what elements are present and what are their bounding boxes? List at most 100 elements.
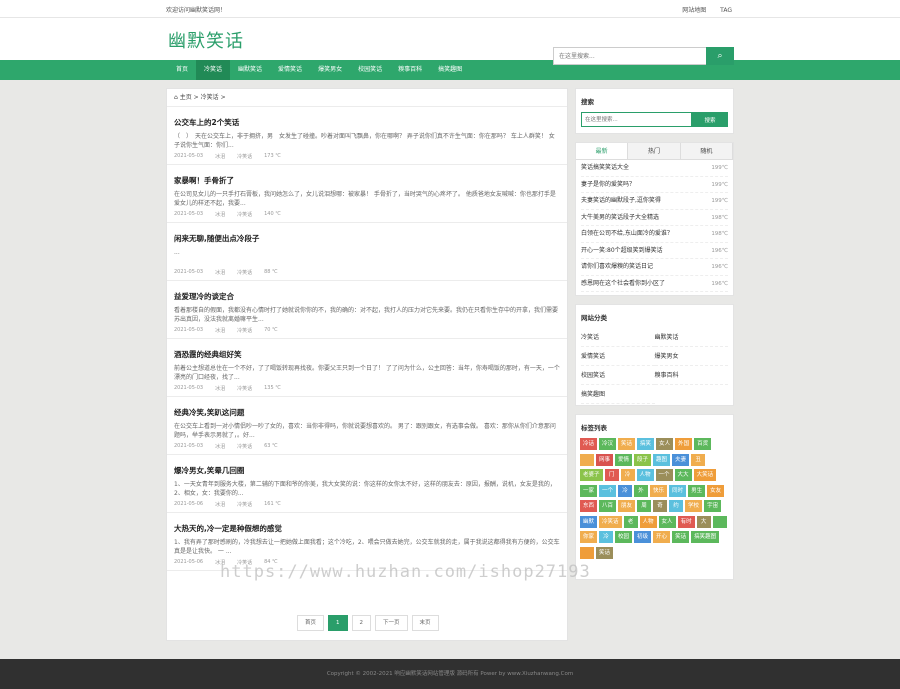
post-category[interactable]: 冷笑话 — [237, 385, 252, 392]
tag-link[interactable]: 百货 — [694, 438, 712, 450]
tag-link[interactable]: 大大 — [674, 469, 692, 481]
category-link[interactable]: 爆笑男女 — [654, 347, 728, 366]
tag-link[interactable]: 冷 — [618, 484, 633, 497]
tag-link[interactable]: 八百 — [599, 500, 617, 512]
tag-link[interactable]: 冷 — [599, 531, 614, 543]
tag-link[interactable]: 冷笑话 — [599, 515, 622, 528]
tag-link[interactable]: 校园 — [615, 531, 633, 543]
rank-title[interactable]: 开心一笑:80个超级笑到爆笑话 — [581, 243, 663, 259]
tag-link[interactable]: 人物 — [636, 469, 654, 481]
rank-title[interactable]: 大牛美男的笑话段子大全精选 — [581, 210, 659, 226]
rank-item[interactable]: 感恩网在这个社会看你到小区了 196℃ — [581, 276, 728, 292]
tab-latest[interactable]: 最新 — [576, 143, 629, 159]
tag-link[interactable]: 朋友 — [618, 500, 636, 512]
tag-link[interactable]: 笑话 — [596, 546, 614, 559]
tag-link[interactable]: 一个 — [655, 469, 673, 481]
category-link[interactable]: 糗事百科 — [654, 366, 728, 385]
tag-link[interactable]: 女人 — [658, 515, 676, 528]
sitemap-link[interactable]: 网站地图 — [682, 7, 706, 14]
category-link[interactable]: 校园笑话 — [581, 366, 655, 385]
nav-qiushi[interactable]: 糗事百科 — [390, 60, 430, 80]
tag-link[interactable]: 同时 — [669, 484, 687, 497]
side-search-button[interactable]: 搜索 — [692, 112, 728, 127]
tag-link[interactable]: 一个 — [599, 484, 617, 497]
rank-title[interactable]: 请你们喜欢爆糗的笑话日记 — [581, 259, 653, 275]
tag-link[interactable]: 幽默 — [580, 515, 598, 528]
tag-link[interactable]: 冷话 — [580, 438, 598, 450]
site-logo[interactable]: 幽默笑话 — [168, 27, 244, 53]
tag-link[interactable] — [580, 453, 594, 466]
category-link[interactable]: 幽默笑话 — [654, 328, 728, 347]
breadcrumb-home[interactable]: 主页 — [180, 94, 192, 101]
tag-link[interactable]: 丑 — [691, 453, 706, 466]
post-title[interactable]: 爆冷男女,笑晕几回圈 — [174, 465, 560, 476]
post-author[interactable]: 冰泪 — [215, 211, 225, 218]
post-title[interactable]: 酒恐霞的经典组好笑 — [174, 349, 560, 360]
tag-link[interactable]: 快乐 — [650, 484, 668, 497]
post-author[interactable]: 冰泪 — [215, 269, 225, 276]
tag-link[interactable]: 搞笑 — [637, 438, 655, 450]
rank-title[interactable]: 感恩网在这个社会看你到小区了 — [581, 276, 665, 292]
nav-men-women[interactable]: 爆笑男女 — [310, 60, 350, 80]
tag-link[interactable]: 东西 — [580, 500, 598, 512]
tag-link[interactable]: 夫妻 — [672, 453, 690, 466]
tag-link[interactable]: 初级 — [634, 531, 652, 543]
tag-link[interactable]: 爱情 — [615, 453, 633, 466]
rank-item[interactable]: 白领在公司不给,东山面冷的爱谁？ 198℃ — [581, 226, 728, 243]
tag-link[interactable]: 网事 — [596, 453, 614, 466]
post-category[interactable]: 冷笑话 — [237, 269, 252, 276]
post-author[interactable]: 冰泪 — [215, 501, 225, 508]
tag-link[interactable] — [712, 515, 727, 528]
tag-link[interactable]: 女人 — [656, 438, 674, 450]
tag-link[interactable]: 约 — [669, 500, 684, 512]
tag-link[interactable]: 男生 — [688, 484, 706, 497]
tag-link[interactable]: 人物 — [639, 515, 657, 528]
page-first[interactable]: 首页 — [297, 615, 325, 631]
rank-item[interactable]: 夫妻笑话的幽默段子,逗你笑得 199℃ — [581, 193, 728, 210]
tag-link[interactable]: 门 — [604, 469, 619, 481]
tag-link[interactable]: 搞笑趣图 — [691, 531, 720, 543]
tag-link[interactable]: 笑话 — [618, 438, 636, 450]
tag-link[interactable]: 开心 — [653, 531, 671, 543]
post-author[interactable]: 冰泪 — [215, 385, 225, 392]
post-category[interactable]: 冷笑话 — [237, 153, 252, 160]
rank-title[interactable]: 笑话搞笑笑话大全 — [581, 160, 629, 176]
tag-link[interactable]: 冷汉 — [599, 438, 617, 450]
rank-title[interactable]: 白领在公司不给,东山面冷的爱谁？ — [581, 226, 673, 242]
tag-link[interactable]: 大笑话 — [693, 469, 717, 481]
nav-home[interactable]: 首页 — [168, 60, 196, 80]
tag-link[interactable]: 趣图 — [653, 453, 671, 466]
post-title[interactable]: 闲来无聊,随便出点冷段子 — [174, 233, 560, 244]
post-title[interactable]: 大热天的,冷一定是种假想的感觉 — [174, 523, 560, 534]
nav-love[interactable]: 爱情笑话 — [270, 60, 310, 80]
tag-link[interactable]: 女友 — [707, 484, 725, 497]
search-button[interactable]: ⌕ — [706, 47, 734, 65]
page-last[interactable]: 末页 — [411, 615, 439, 631]
rank-title[interactable]: 妻子是你的爱笑吗？ — [581, 177, 635, 193]
tag-link[interactable]: TAG — [720, 7, 732, 14]
post-title[interactable]: 益爱理冷的谈定合 — [174, 291, 560, 302]
search-input[interactable] — [553, 47, 706, 65]
post-author[interactable]: 冰泪 — [215, 153, 225, 160]
post-author[interactable]: 冰泪 — [215, 443, 225, 450]
post-author[interactable]: 冰泪 — [215, 327, 225, 334]
tag-link[interactable]: 周 — [637, 500, 652, 512]
tab-hot[interactable]: 热门 — [628, 143, 681, 159]
page-next[interactable]: 下一页 — [375, 615, 408, 631]
nav-funny-pics[interactable]: 搞笑趣图 — [430, 60, 470, 80]
tag-link[interactable] — [580, 546, 594, 559]
tag-link[interactable]: 大 — [696, 515, 711, 528]
post-category[interactable]: 冷笑话 — [237, 211, 252, 218]
post-title[interactable]: 家暴啊！手骨折了 — [174, 175, 560, 186]
rank-title[interactable]: 夫妻笑话的幽默段子,逗你笑得 — [581, 193, 661, 209]
rank-item[interactable]: 妻子是你的爱笑吗？ 199℃ — [581, 177, 728, 193]
tag-link[interactable]: 笑话 — [672, 531, 690, 543]
post-title[interactable]: 经典冷笑,笑趴这问题 — [174, 407, 560, 418]
tag-link[interactable]: 老婆子 — [580, 469, 603, 481]
tag-link[interactable]: 宇宙 — [704, 500, 722, 512]
category-link[interactable]: 搞笑趣图 — [581, 385, 655, 404]
rank-item[interactable]: 大牛美男的笑话段子大全精选 198℃ — [581, 210, 728, 226]
rank-item[interactable]: 开心一笑:80个超级笑到爆笑话 196℃ — [581, 243, 728, 259]
tag-link[interactable]: 一家 — [580, 484, 598, 497]
tag-link[interactable]: 外国 — [675, 438, 693, 450]
